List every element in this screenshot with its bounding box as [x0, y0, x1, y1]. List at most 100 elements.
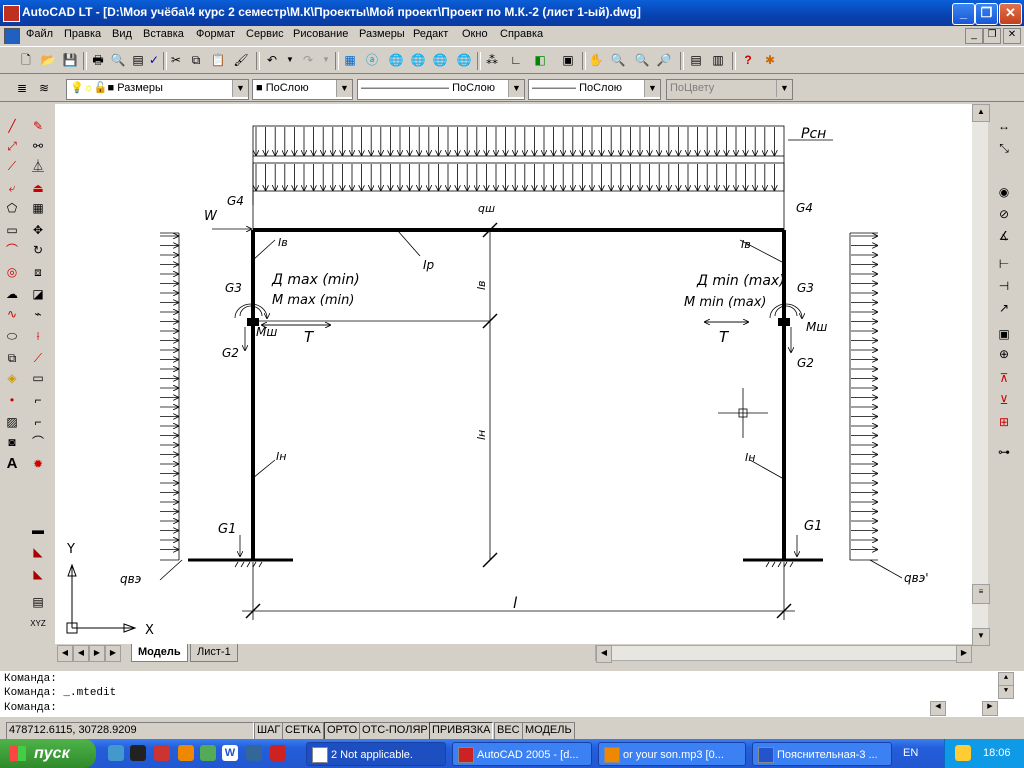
- polar-toggle[interactable]: ОТС-ПОЛЯР: [359, 722, 431, 740]
- cmd-scroll-left-icon[interactable]: ◀: [930, 701, 946, 716]
- dim-update-icon[interactable]: ⊞: [996, 414, 1012, 430]
- redo-dropdown-icon[interactable]: ▼: [318, 52, 334, 68]
- media-icon[interactable]: [130, 745, 146, 761]
- cut-icon[interactable]: ✂: [168, 52, 184, 68]
- ucs-icon[interactable]: ∟: [508, 52, 524, 68]
- copy-object-icon[interactable]: ⚯: [30, 138, 46, 154]
- fillet-icon[interactable]: ⌒: [30, 434, 46, 450]
- menu-format[interactable]: Формат: [196, 28, 235, 40]
- clock[interactable]: 18:06: [983, 747, 1011, 759]
- network-icon[interactable]: [955, 745, 971, 761]
- mirror-icon[interactable]: ⏅: [30, 158, 46, 174]
- language-indicator[interactable]: EN: [903, 747, 918, 759]
- stretch-icon[interactable]: ◪: [30, 286, 46, 302]
- ortho-toggle[interactable]: ОРТО: [324, 722, 361, 740]
- menu-draw[interactable]: Рисование: [293, 28, 348, 40]
- rectangle-icon[interactable]: ▭: [4, 222, 20, 238]
- lineweight-select[interactable]: ———— ПоСлою ▼: [528, 79, 661, 100]
- polyline-icon[interactable]: ⟋: [4, 158, 20, 174]
- save-icon[interactable]: 💾: [62, 52, 78, 68]
- linetype-select[interactable]: ———————— ПоСлою ▼: [357, 79, 525, 100]
- firefox-icon[interactable]: [178, 745, 194, 761]
- scroll-right-icon[interactable]: ▶: [956, 645, 972, 663]
- angular-dim-icon[interactable]: ∡: [996, 228, 1012, 244]
- document-icon[interactable]: [4, 28, 20, 44]
- named-views-icon[interactable]: ▣: [560, 52, 576, 68]
- continue-dim-icon[interactable]: ⊣: [996, 278, 1012, 294]
- task-autocad[interactable]: AutoCAD 2005 - [d...: [452, 742, 592, 766]
- menu-window[interactable]: Окно: [462, 28, 488, 40]
- paste-icon[interactable]: 📋: [210, 52, 226, 68]
- publish-icon[interactable]: ▤: [130, 52, 146, 68]
- close-button[interactable]: ✕: [999, 3, 1022, 25]
- print-icon[interactable]: 🖶: [90, 52, 106, 68]
- command-window[interactable]: Команда: Команда: _.mtedit Команда: ▲ ▼ …: [0, 671, 1024, 717]
- revcloud-icon[interactable]: ☁: [4, 286, 20, 302]
- minimize-button[interactable]: _: [952, 3, 975, 25]
- mtext-icon[interactable]: A: [4, 456, 20, 472]
- menu-tools[interactable]: Сервис: [246, 28, 284, 40]
- match-properties-icon[interactable]: 🖌: [233, 52, 249, 68]
- zoom-realtime-icon[interactable]: 🔍: [610, 52, 626, 68]
- layer-icon[interactable]: ◧: [532, 52, 548, 68]
- osnap-toggle[interactable]: ПРИВЯЗКА: [429, 722, 494, 740]
- word-icon[interactable]: W: [222, 745, 238, 761]
- inquiry-icon[interactable]: ▬: [30, 522, 46, 538]
- rotate-icon[interactable]: ↻: [30, 242, 46, 258]
- doc-restore-button[interactable]: ❐: [983, 28, 1001, 44]
- opera-icon[interactable]: [154, 745, 170, 761]
- undo-dropdown-icon[interactable]: ▼: [282, 52, 298, 68]
- tab-sheet1[interactable]: Лист-1: [190, 644, 238, 662]
- next-tab-icon[interactable]: ▶: [89, 645, 105, 662]
- polygon-icon[interactable]: ⬠: [4, 200, 20, 216]
- hyperlink-icon[interactable]: 🌐: [388, 52, 404, 68]
- express-icon[interactable]: ✱: [762, 52, 778, 68]
- move-icon[interactable]: ✥: [30, 222, 46, 238]
- tolerance-icon[interactable]: ▣: [996, 326, 1012, 342]
- coordinates-readout[interactable]: 478712.6115, 30728.9209: [6, 722, 254, 740]
- tab-model[interactable]: Модель: [131, 644, 188, 662]
- last-tab-icon[interactable]: ▶: [105, 645, 121, 662]
- properties-icon[interactable]: ▤: [688, 52, 704, 68]
- model-toggle[interactable]: МОДЕЛЬ: [522, 722, 575, 740]
- line-icon[interactable]: ╱: [4, 118, 20, 134]
- today-icon[interactable]: ▦: [342, 52, 358, 68]
- linear-dim-icon[interactable]: ↔: [996, 118, 1012, 134]
- first-tab-icon[interactable]: ◀: [57, 645, 73, 662]
- scroll-down-icon[interactable]: ▼: [972, 628, 990, 646]
- diameter-dim-icon[interactable]: ⊘: [996, 206, 1012, 222]
- make-block-icon[interactable]: ◈: [4, 370, 20, 386]
- maximize-button[interactable]: ❐: [975, 3, 998, 25]
- start-button[interactable]: пуск: [0, 739, 96, 768]
- massprop-icon[interactable]: ◣: [30, 566, 46, 582]
- etransmit-icon[interactable]: 🌐: [410, 52, 426, 68]
- web-browse-icon[interactable]: 🌐: [456, 52, 472, 68]
- array-icon[interactable]: ▦: [30, 200, 46, 216]
- command-prompt[interactable]: Команда:: [4, 702, 57, 714]
- pan-icon[interactable]: ✋: [588, 52, 604, 68]
- drawing-canvas[interactable]: Y X Pсн qш G4 G4 W Iв Iв Iр lв Д max (mi…: [55, 104, 972, 644]
- cmd-scroll-right-icon[interactable]: ▶: [982, 701, 998, 716]
- layer-manager-icon[interactable]: ≣: [14, 80, 30, 96]
- cmd-scroll-down-icon[interactable]: ▼: [998, 685, 1014, 699]
- scroll-left-icon[interactable]: ◀: [596, 645, 612, 663]
- copy-icon[interactable]: ⧉: [188, 52, 204, 68]
- messenger-icon[interactable]: [200, 745, 216, 761]
- doc-minimize-button[interactable]: _: [965, 28, 983, 44]
- ellipse-icon[interactable]: ⬭: [4, 328, 20, 344]
- break-icon[interactable]: ▭: [30, 370, 46, 386]
- menu-help[interactable]: Справка: [500, 28, 543, 40]
- grid-toggle[interactable]: СЕТКА: [282, 722, 324, 740]
- construction-line-icon[interactable]: ⤢: [4, 138, 20, 154]
- cmd-scroll-up-icon[interactable]: ▲: [998, 672, 1014, 686]
- erase-icon[interactable]: ✎: [30, 118, 46, 134]
- chamfer-icon[interactable]: ⌐: [30, 414, 46, 430]
- menu-insert[interactable]: Вставка: [143, 28, 184, 40]
- zoom-window-icon[interactable]: 🔍: [634, 52, 650, 68]
- chevron-down-icon[interactable]: ▼: [336, 80, 352, 97]
- new-icon[interactable]: 🗋: [18, 52, 34, 68]
- dim-edit-icon[interactable]: ⊼: [996, 370, 1012, 386]
- scroll-up-icon[interactable]: ▲: [972, 104, 990, 122]
- menu-file[interactable]: Файл: [26, 28, 53, 40]
- chevron-down-icon[interactable]: ▼: [644, 80, 660, 97]
